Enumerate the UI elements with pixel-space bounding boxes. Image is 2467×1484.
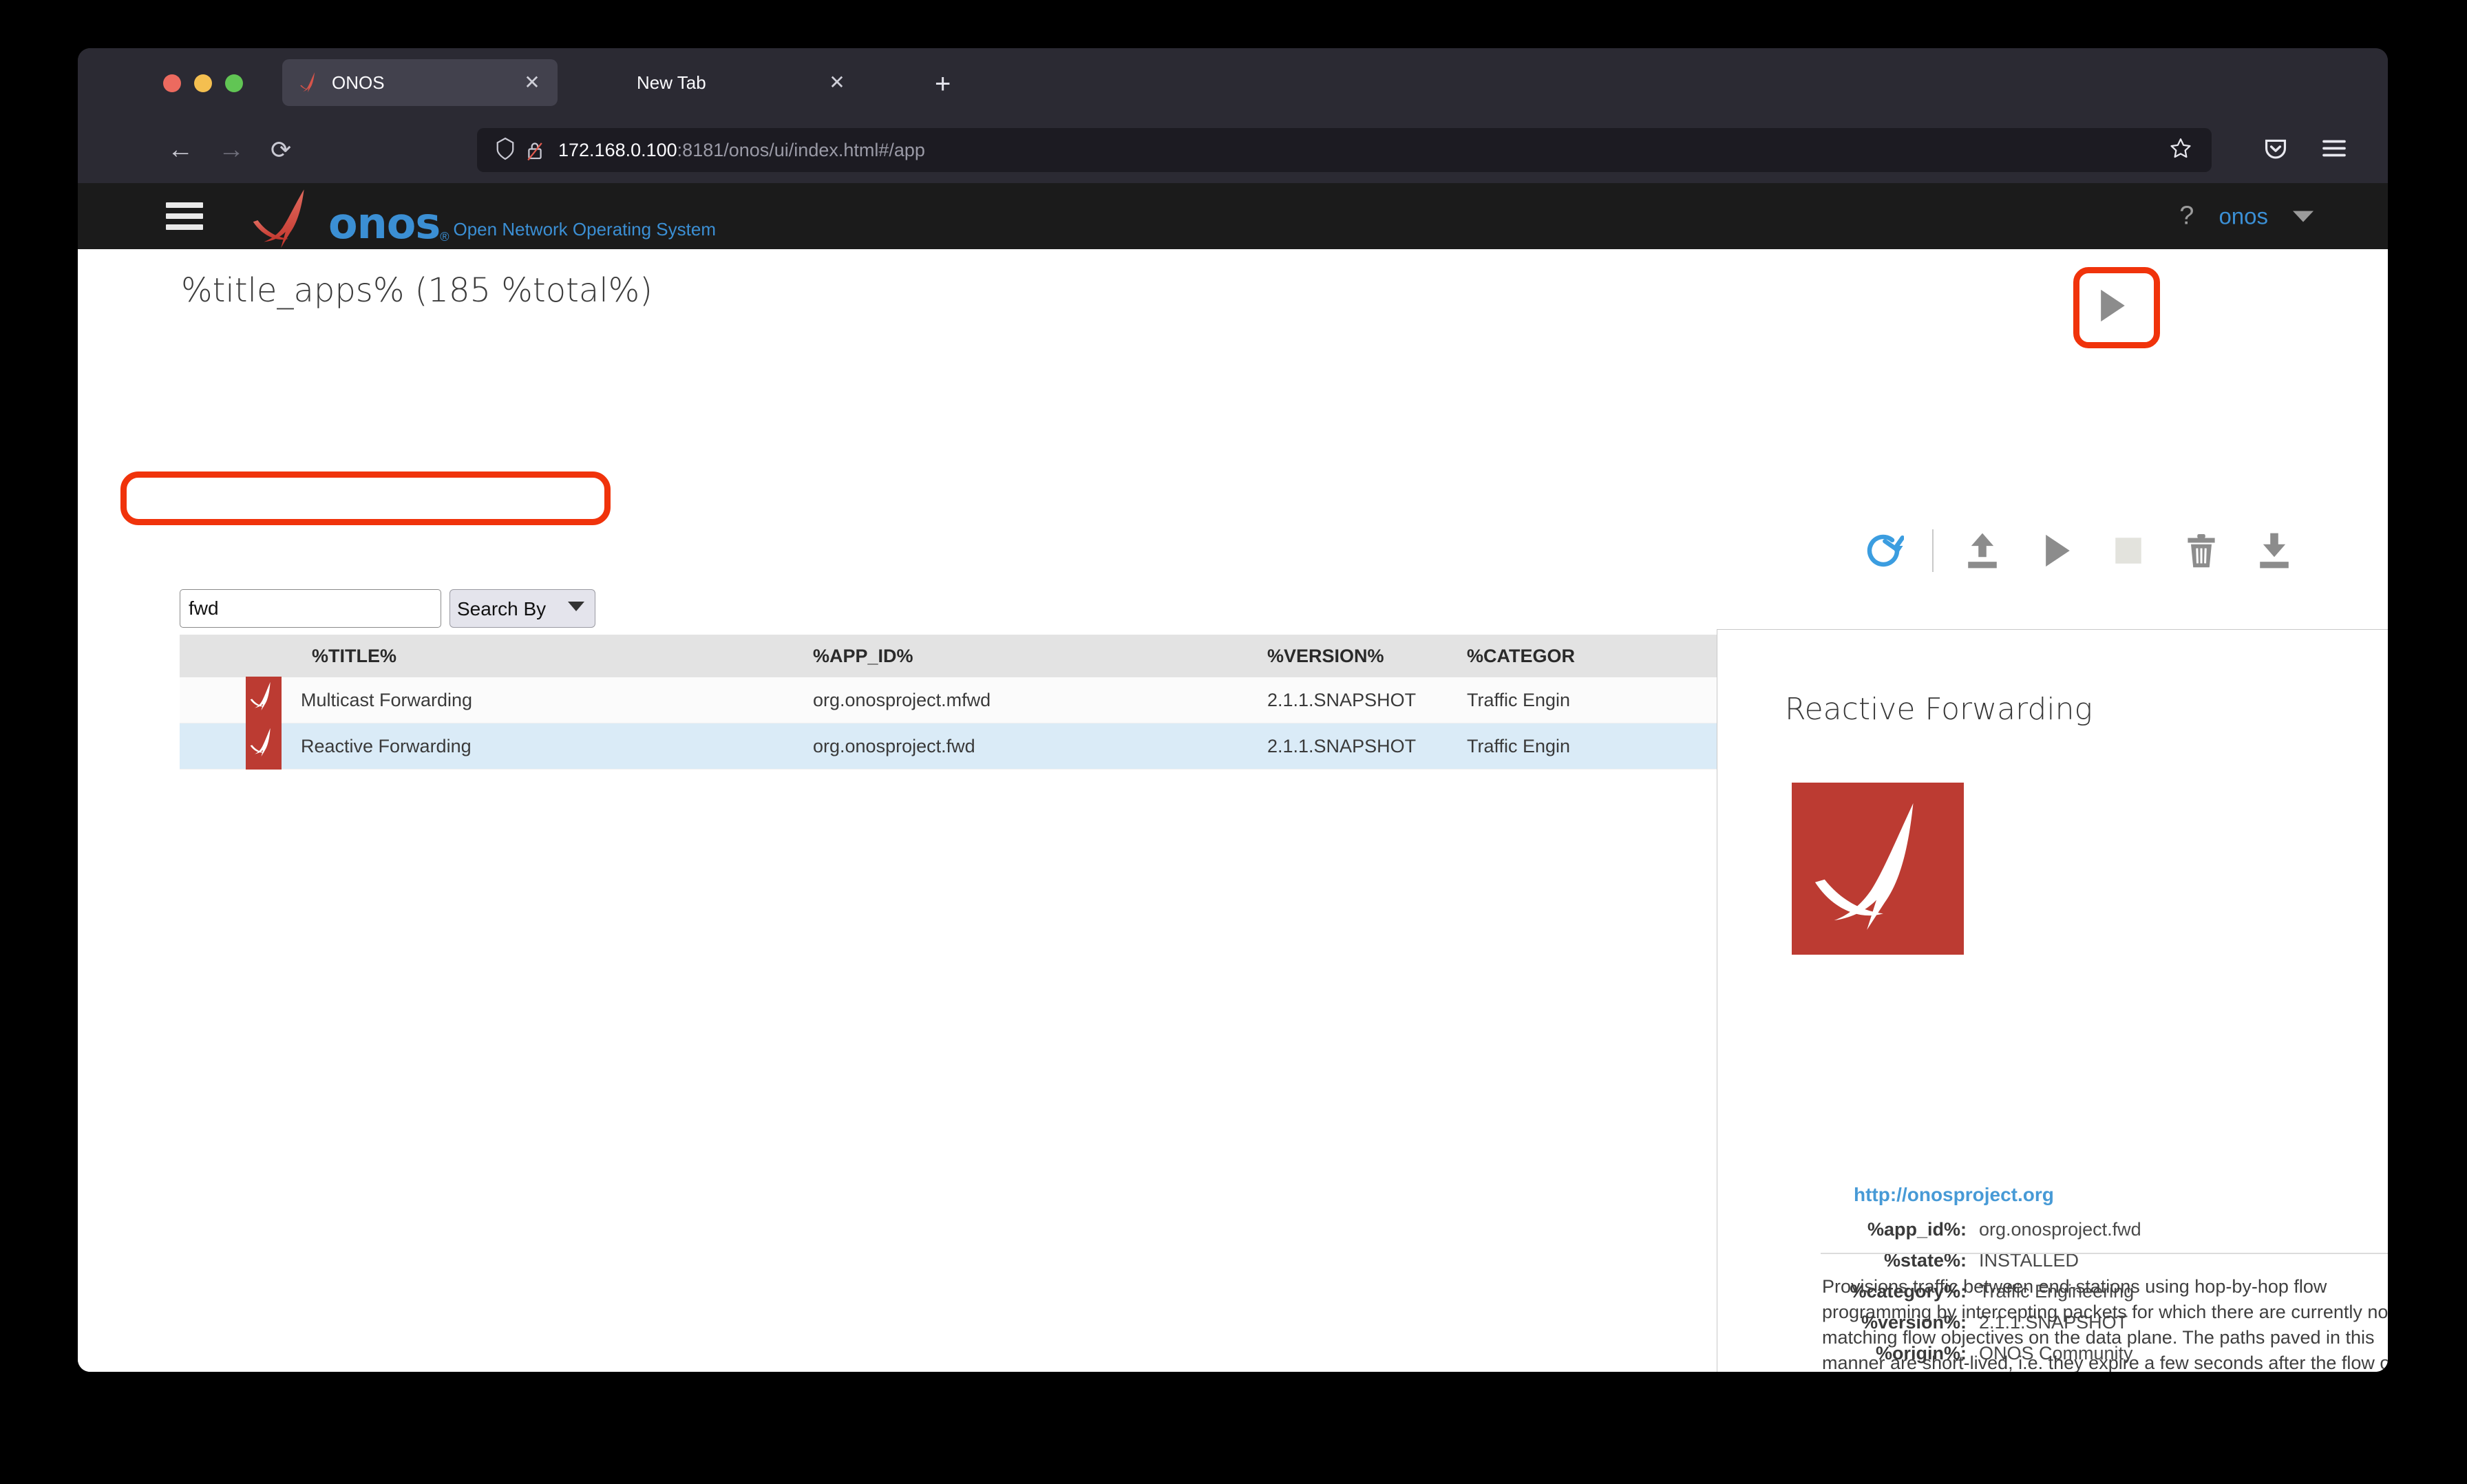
nav-menu-icon[interactable] (166, 202, 203, 230)
onos-bird-icon (246, 723, 282, 770)
cell-category: Traffic Engin (1467, 689, 1571, 710)
screen: ONOS ✕ New Tab ✕ + ← → ⟳ 172.168.0.100:8… (0, 0, 2467, 1484)
masthead-right: ? onos (2179, 202, 2314, 231)
onos-bird-icon (246, 677, 282, 723)
page-content: onos ® Open Network Operating System ? o… (78, 183, 2388, 1372)
trash-icon[interactable] (2165, 518, 2238, 584)
app-icon (1792, 783, 1964, 955)
back-icon[interactable]: ← (167, 136, 193, 165)
cell-title: Reactive Forwarding (180, 723, 813, 770)
cell-title: Multicast Forwarding (180, 677, 813, 723)
search-by-select[interactable]: Search By (449, 589, 595, 628)
onos-logo-text: onos (328, 198, 441, 249)
registered-icon: ® (440, 230, 449, 244)
address-bar[interactable]: 172.168.0.100:8181/onos/ui/index.html#/a… (477, 128, 2212, 172)
cell-version: 2.1.1.SNAPSHOT (1267, 735, 1417, 756)
project-link[interactable]: http://onosproject.org (1854, 1184, 2054, 1206)
tab-title: ONOS (332, 72, 385, 93)
help-icon[interactable]: ? (2179, 202, 2194, 231)
url-path: :8181/onos/ui/index.html#/app (677, 139, 925, 160)
property-value: org.onosproject.fwd (1979, 1219, 2141, 1240)
cell-text: Multicast Forwarding (301, 689, 473, 710)
applications-view: %title_apps% (185 %total%) Search By (78, 249, 2388, 1372)
shield-icon[interactable] (495, 136, 516, 165)
tab-onos[interactable]: ONOS ✕ (282, 59, 558, 106)
onos-bird-icon (248, 188, 326, 248)
user-label[interactable]: onos (2219, 203, 2268, 229)
property-row: %app_id%: org.onosproject.fwd (1717, 1219, 2388, 1250)
column-header-app-id[interactable]: %APP_ID% (813, 646, 1267, 667)
forward-icon[interactable]: → (218, 136, 244, 165)
page-title: %title_apps% (185 %total%) (181, 271, 653, 310)
navigation-toolbar: ← → ⟳ 172.168.0.100:8181/onos/ui/index.h… (78, 117, 2388, 183)
tab-strip: ONOS ✕ New Tab ✕ + (78, 48, 2388, 117)
close-tab-button[interactable]: ✕ (827, 73, 847, 92)
play-icon[interactable] (2019, 518, 2092, 584)
cell-category: Traffic Engin (1467, 735, 1571, 756)
cell-version: 2.1.1.SNAPSHOT (1267, 689, 1417, 710)
tab-new-tab[interactable]: New Tab ✕ (587, 59, 862, 106)
cell-text: Reactive Forwarding (301, 735, 472, 756)
url-text: 172.168.0.100:8181/onos/ui/index.html#/a… (558, 140, 925, 161)
upload-icon[interactable] (1946, 518, 2019, 584)
minimize-window-button[interactable] (194, 74, 212, 92)
onos-logo[interactable]: onos ® Open Network Operating System (248, 188, 717, 249)
property-key: %app_id%: (1867, 1219, 1967, 1240)
lock-crossed-icon[interactable] (525, 140, 544, 161)
cell-app-id: org.onosproject.fwd (813, 735, 975, 756)
onos-bird-icon (297, 71, 321, 94)
app-toolbar (1847, 518, 2311, 584)
bookmark-star-icon[interactable] (2169, 137, 2192, 164)
column-header-category[interactable]: %CATEGOR (1467, 646, 1701, 667)
firefox-icon (602, 71, 626, 94)
cell-app-id: org.onosproject.mfwd (813, 689, 991, 710)
divider (1821, 1253, 2388, 1254)
url-host: 172.168.0.100 (558, 139, 677, 160)
tab-title: New Tab (637, 72, 706, 93)
app-detail-panel: Reactive Forwarding ✕ %app_id%: org. (1717, 629, 2388, 1372)
column-header-version[interactable]: %VERSION% (1267, 646, 1467, 667)
stop-icon[interactable] (2092, 518, 2165, 584)
close-tab-button[interactable]: ✕ (522, 73, 542, 92)
onos-masthead: onos ® Open Network Operating System ? o… (78, 183, 2388, 249)
app-description: Provisions traffic between end-stations … (1822, 1276, 2388, 1372)
search-input[interactable] (180, 589, 441, 628)
close-window-button[interactable] (163, 74, 181, 92)
chevron-down-icon[interactable] (2293, 211, 2314, 222)
browser-toolbar-right (2263, 136, 2348, 165)
onos-tagline: Open Network Operating System (453, 219, 717, 240)
refresh-icon[interactable] (1847, 518, 1920, 584)
window-controls[interactable] (163, 74, 243, 92)
panel-title: Reactive Forwarding (1785, 692, 2093, 727)
browser-window: ONOS ✕ New Tab ✕ + ← → ⟳ 172.168.0.100:8… (78, 48, 2388, 1372)
download-icon[interactable] (2238, 518, 2311, 584)
toolbar-divider (1932, 529, 1934, 572)
hamburger-menu-icon[interactable] (2320, 137, 2348, 164)
app-detail-panel-inner: Reactive Forwarding ✕ %app_id%: org. (1717, 630, 2388, 1372)
maximize-window-button[interactable] (225, 74, 243, 92)
reload-icon[interactable]: ⟳ (271, 136, 291, 165)
column-header-title[interactable]: %TITLE% (180, 646, 813, 667)
new-tab-button[interactable]: + (935, 70, 951, 98)
pocket-save-icon[interactable] (2263, 136, 2289, 165)
